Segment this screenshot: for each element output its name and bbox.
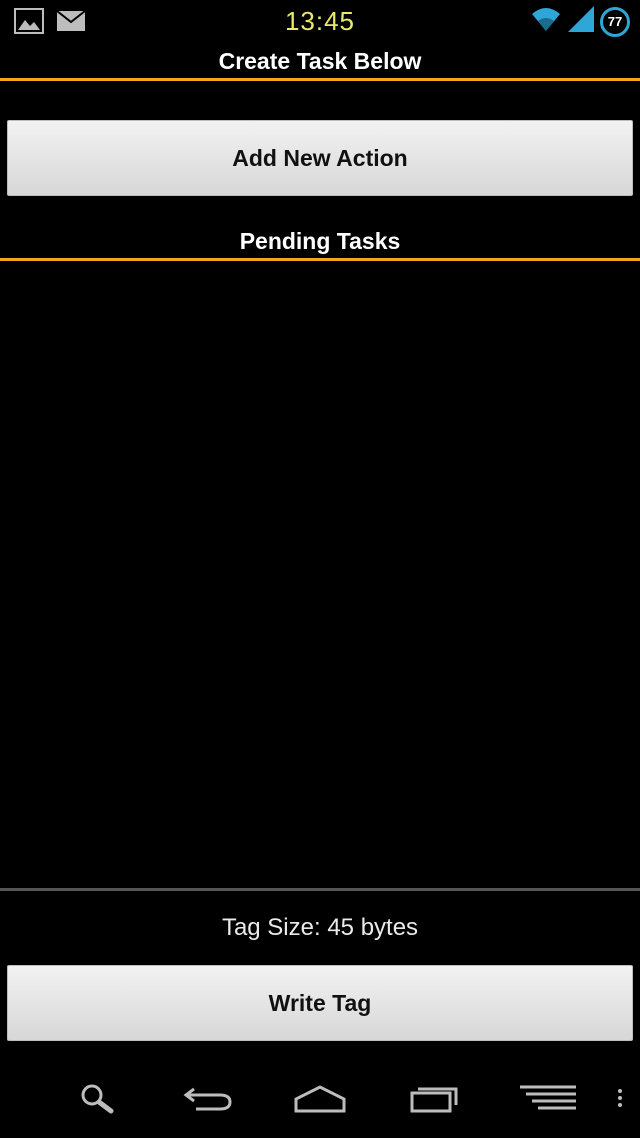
wifi-icon (530, 6, 562, 37)
status-bar: 13:45 77 (0, 0, 640, 48)
battery-level: 77 (607, 14, 623, 29)
add-new-action-button[interactable]: Add New Action (7, 120, 633, 196)
system-icons: 77 (530, 6, 630, 37)
menu-icon[interactable] (518, 1076, 578, 1120)
recent-apps-icon[interactable] (404, 1076, 464, 1120)
search-icon[interactable] (68, 1076, 128, 1120)
write-tag-button[interactable]: Write Tag (7, 965, 633, 1041)
signal-icon (568, 6, 594, 37)
write-tag-label: Write Tag (268, 989, 372, 1016)
pending-tasks-title: Pending Tasks (239, 228, 401, 254)
back-icon[interactable] (178, 1076, 238, 1120)
battery-icon: 77 (600, 6, 630, 37)
page-title: Create Task Below (218, 48, 422, 74)
header-divider (0, 78, 640, 81)
overflow-icon[interactable] (600, 1076, 640, 1120)
add-new-action-label: Add New Action (232, 144, 408, 171)
pending-divider (0, 258, 640, 261)
pending-tasks-list (0, 262, 640, 888)
tag-size-label: Tag Size: 45 bytes (221, 914, 419, 941)
home-icon[interactable] (290, 1076, 350, 1120)
navigation-bar (0, 1058, 640, 1138)
footer-divider (0, 888, 640, 891)
